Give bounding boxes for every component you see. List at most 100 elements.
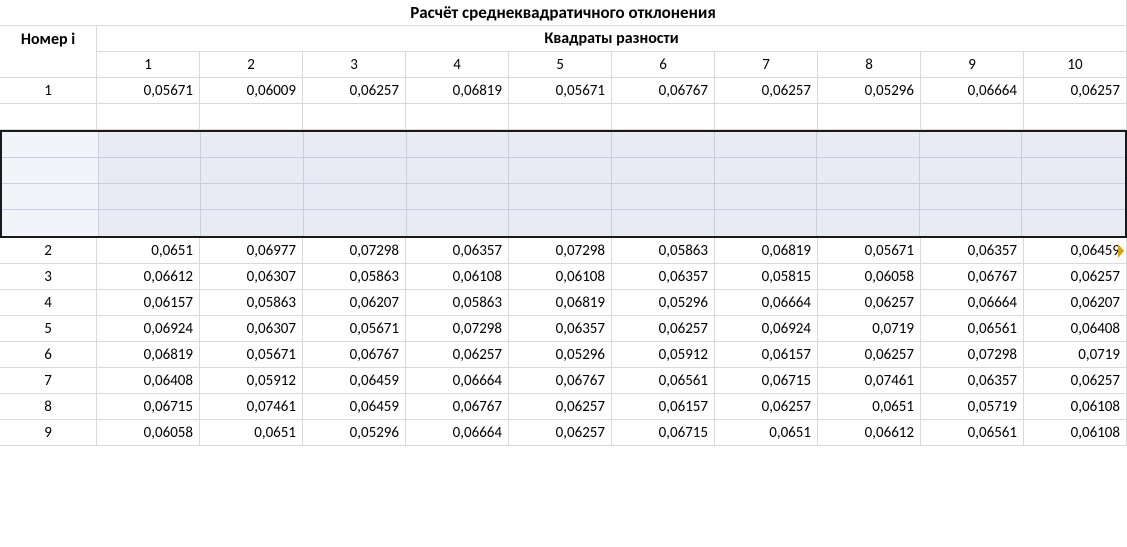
data-cell[interactable]: 0,06408 bbox=[97, 368, 200, 394]
empty-cell[interactable] bbox=[303, 104, 406, 130]
selected-cell[interactable] bbox=[2, 184, 99, 210]
data-cell[interactable]: 0,06767 bbox=[406, 394, 509, 420]
empty-cell[interactable] bbox=[0, 104, 97, 130]
empty-cell[interactable] bbox=[818, 104, 921, 130]
data-cell[interactable]: 0,06767 bbox=[509, 368, 612, 394]
data-cell[interactable]: 0,06257 bbox=[612, 316, 715, 342]
selected-cell[interactable] bbox=[304, 158, 407, 184]
selected-cell[interactable] bbox=[1022, 184, 1125, 210]
data-cell[interactable]: 0,06819 bbox=[509, 290, 612, 316]
col-header[interactable]: 5 bbox=[509, 52, 612, 78]
data-cell[interactable]: 0,05863 bbox=[303, 264, 406, 290]
col-header[interactable]: 10 bbox=[1024, 52, 1127, 78]
data-cell[interactable]: 0,05719 bbox=[921, 394, 1024, 420]
selected-cell[interactable] bbox=[817, 210, 920, 236]
selected-cell[interactable] bbox=[920, 210, 1023, 236]
empty-cell[interactable] bbox=[200, 104, 303, 130]
data-cell[interactable]: 0,06108 bbox=[509, 264, 612, 290]
data-cell[interactable]: 0,05296 bbox=[612, 290, 715, 316]
data-cell[interactable]: 0,07298 bbox=[921, 342, 1024, 368]
selected-cell[interactable] bbox=[715, 158, 818, 184]
data-cell[interactable]: 0,06819 bbox=[715, 238, 818, 264]
col-header[interactable]: 9 bbox=[921, 52, 1024, 78]
data-cell[interactable]: 0,0719 bbox=[818, 316, 921, 342]
data-cell[interactable]: 0,06257 bbox=[1024, 368, 1127, 394]
data-cell[interactable]: 0,06108 bbox=[406, 264, 509, 290]
data-cell[interactable]: 0,0651 bbox=[715, 420, 818, 446]
data-cell[interactable]: 0,06009 bbox=[200, 78, 303, 104]
data-cell[interactable]: 0,06257 bbox=[303, 78, 406, 104]
selected-cell[interactable] bbox=[99, 132, 202, 158]
selected-cell[interactable] bbox=[817, 158, 920, 184]
data-cell[interactable]: 0,06357 bbox=[921, 368, 1024, 394]
data-cell[interactable]: 0,06715 bbox=[612, 420, 715, 446]
data-cell[interactable]: 0,06767 bbox=[612, 78, 715, 104]
data-cell[interactable]: 0,07298 bbox=[509, 238, 612, 264]
data-cell[interactable]: 0,07298 bbox=[303, 238, 406, 264]
data-cell[interactable]: 0,05912 bbox=[612, 342, 715, 368]
col-header[interactable]: 2 bbox=[200, 52, 303, 78]
col-header[interactable]: 8 bbox=[818, 52, 921, 78]
selected-cell[interactable] bbox=[1022, 210, 1125, 236]
empty-cell[interactable] bbox=[97, 104, 200, 130]
selected-cell[interactable] bbox=[817, 132, 920, 158]
selected-cell[interactable] bbox=[612, 184, 715, 210]
data-cell[interactable]: 0,06357 bbox=[612, 264, 715, 290]
selected-cell[interactable] bbox=[2, 132, 99, 158]
data-cell[interactable]: 0,05863 bbox=[200, 290, 303, 316]
data-cell[interactable]: 0,06664 bbox=[715, 290, 818, 316]
selected-rows-region[interactable] bbox=[0, 130, 1127, 238]
data-cell[interactable]: 0,05671 bbox=[509, 78, 612, 104]
empty-cell[interactable] bbox=[715, 104, 818, 130]
selected-cell[interactable] bbox=[715, 132, 818, 158]
selected-cell[interactable] bbox=[2, 210, 99, 236]
data-cell[interactable]: 0,06058 bbox=[818, 264, 921, 290]
data-cell[interactable]: 0,06058 bbox=[97, 420, 200, 446]
selected-cell[interactable] bbox=[99, 210, 202, 236]
selected-cell[interactable] bbox=[509, 184, 612, 210]
data-cell[interactable]: 0,06977 bbox=[200, 238, 303, 264]
data-cell[interactable]: 0,06357 bbox=[509, 316, 612, 342]
selected-cell[interactable] bbox=[407, 158, 510, 184]
col-header[interactable]: 4 bbox=[406, 52, 509, 78]
selected-cell[interactable] bbox=[304, 210, 407, 236]
data-cell[interactable]: 0,06459 bbox=[303, 394, 406, 420]
data-cell[interactable]: 0,06767 bbox=[303, 342, 406, 368]
data-cell[interactable]: 0,06307 bbox=[200, 264, 303, 290]
data-cell[interactable]: 0,06257 bbox=[715, 78, 818, 104]
selected-cell[interactable] bbox=[201, 132, 304, 158]
data-cell[interactable]: 0,05296 bbox=[818, 78, 921, 104]
data-cell[interactable]: 0,06664 bbox=[921, 78, 1024, 104]
data-cell[interactable]: 0,06207 bbox=[303, 290, 406, 316]
data-cell[interactable]: 0,06307 bbox=[200, 316, 303, 342]
data-cell[interactable]: 0,07298 bbox=[406, 316, 509, 342]
selected-cell[interactable] bbox=[407, 132, 510, 158]
data-cell[interactable]: 0,06257 bbox=[1024, 264, 1127, 290]
selected-cell[interactable] bbox=[407, 210, 510, 236]
selected-cell[interactable] bbox=[407, 184, 510, 210]
data-cell[interactable]: 0,06157 bbox=[715, 342, 818, 368]
empty-cell[interactable] bbox=[921, 104, 1024, 130]
empty-cell[interactable] bbox=[406, 104, 509, 130]
empty-cell[interactable] bbox=[1024, 104, 1127, 130]
selected-cell[interactable] bbox=[1022, 158, 1125, 184]
data-cell[interactable]: 0,05863 bbox=[406, 290, 509, 316]
data-cell[interactable]: 0,06819 bbox=[97, 342, 200, 368]
data-cell[interactable]: 0,06715 bbox=[97, 394, 200, 420]
data-cell[interactable]: 0,07461 bbox=[200, 394, 303, 420]
data-cell[interactable]: 0,05671 bbox=[818, 238, 921, 264]
data-cell[interactable]: 0,06357 bbox=[921, 238, 1024, 264]
col-header[interactable]: 1 bbox=[97, 52, 200, 78]
data-cell[interactable]: 0,07461 bbox=[818, 368, 921, 394]
data-cell[interactable]: 0,06257 bbox=[509, 394, 612, 420]
selected-cell[interactable] bbox=[1022, 132, 1125, 158]
col-header[interactable]: 3 bbox=[303, 52, 406, 78]
data-cell[interactable]: 0,05671 bbox=[303, 316, 406, 342]
selected-cell[interactable] bbox=[201, 158, 304, 184]
selected-cell[interactable] bbox=[817, 184, 920, 210]
spreadsheet-grid[interactable]: Расчёт среднеквадратичного отклонения Но… bbox=[0, 0, 1127, 446]
selected-cell[interactable] bbox=[715, 210, 818, 236]
selected-cell[interactable] bbox=[509, 210, 612, 236]
data-cell[interactable]: 0,06108 bbox=[1024, 394, 1127, 420]
data-cell[interactable]: 0,06664 bbox=[921, 290, 1024, 316]
